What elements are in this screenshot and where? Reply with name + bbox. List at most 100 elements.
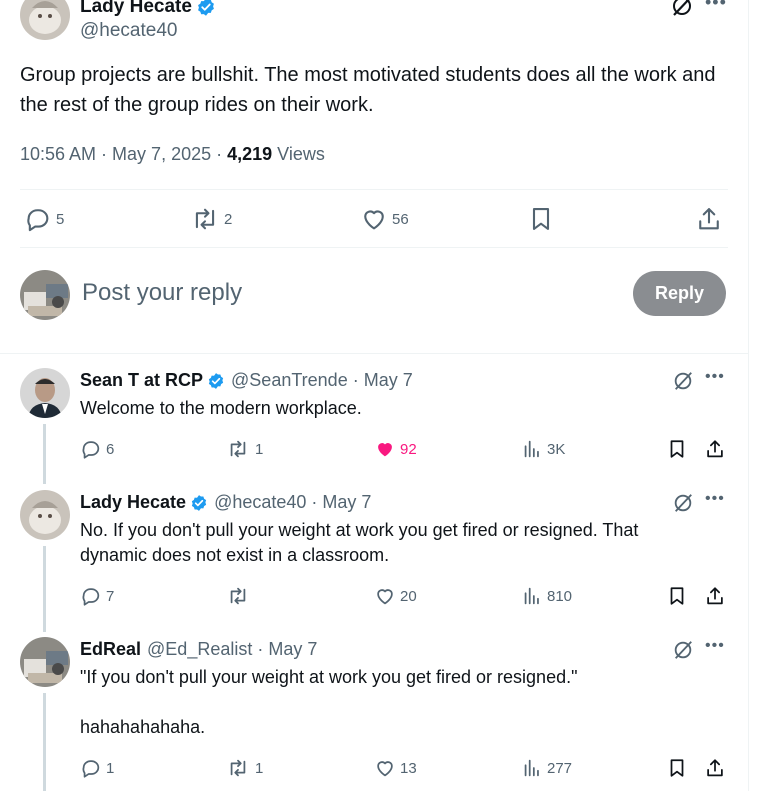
reply-count: 6: [106, 440, 115, 458]
bookmark-button[interactable]: [666, 585, 688, 607]
verified-badge-icon: [190, 494, 208, 512]
reply-action[interactable]: 6: [80, 438, 114, 460]
more-options-icon[interactable]: •••: [705, 490, 725, 508]
heart-icon: [360, 205, 388, 233]
column-border: [748, 0, 749, 791]
more-options-icon[interactable]: •••: [705, 368, 725, 386]
own-avatar[interactable]: [20, 270, 70, 320]
repost-icon: [190, 205, 220, 233]
bookmark-icon: [666, 585, 688, 607]
divider: [20, 247, 728, 248]
share-button[interactable]: [704, 757, 726, 779]
views-count: 277: [547, 759, 573, 777]
share-icon: [704, 438, 726, 460]
share-icon: [704, 585, 726, 607]
bookmark-icon: [666, 438, 688, 460]
repost-count: 1: [255, 440, 264, 458]
reply-text: Welcome to the modern workplace.: [80, 398, 362, 418]
author-name-text[interactable]: Lady Hecate: [80, 0, 192, 18]
like-action[interactable]: 20: [374, 585, 417, 607]
repost-count: 1: [255, 759, 264, 777]
repost-action[interactable]: [225, 585, 255, 607]
share-icon: [695, 205, 723, 233]
avatar[interactable]: [20, 637, 70, 687]
repost-action[interactable]: 1: [225, 757, 263, 779]
like-action[interactable]: 56: [360, 202, 409, 236]
reply-button[interactable]: Reply: [633, 271, 726, 316]
views-count: 4,219: [227, 144, 273, 164]
bookmark-button[interactable]: [527, 202, 555, 236]
author-name[interactable]: EdReal: [80, 639, 141, 660]
like-action[interactable]: 13: [374, 757, 417, 779]
reply-icon: [80, 438, 102, 460]
reply-header: EdReal @Ed_Realist · May 7: [80, 639, 317, 660]
share-button[interactable]: [695, 202, 723, 236]
author-handle[interactable]: @SeanTrende · May 7: [231, 370, 413, 391]
reply-header: Sean T at RCP @SeanTrende · May 7: [80, 370, 413, 391]
author-handle[interactable]: @Ed_Realist · May 7: [147, 639, 317, 660]
author-name[interactable]: Lady Hecate: [80, 0, 216, 18]
like-count: 20: [400, 587, 417, 605]
share-button[interactable]: [704, 438, 726, 460]
views-action[interactable]: 810: [521, 585, 572, 607]
grok-icon[interactable]: [670, 0, 694, 18]
like-count: 56: [392, 210, 409, 228]
tweet-timestamp[interactable]: 10:56 AM · May 7, 2025 ·: [20, 144, 227, 164]
reply-count: 1: [106, 759, 115, 777]
views-label: Views: [272, 144, 325, 164]
verified-badge-icon: [196, 0, 216, 17]
views-action[interactable]: 277: [521, 757, 572, 779]
reply-icon: [24, 205, 52, 233]
views-action[interactable]: 3K: [521, 438, 565, 460]
analytics-icon: [521, 585, 543, 607]
more-options-icon[interactable]: •••: [705, 0, 727, 13]
grok-icon[interactable]: [672, 639, 694, 661]
like-action[interactable]: 92: [374, 438, 417, 460]
avatar[interactable]: [20, 368, 70, 418]
bookmark-button[interactable]: [666, 757, 688, 779]
more-options-icon[interactable]: •••: [705, 637, 725, 655]
tweet-text: Group projects are bullshit. The most mo…: [20, 64, 716, 116]
share-button[interactable]: [704, 585, 726, 607]
reply-action[interactable]: 1: [80, 757, 114, 779]
bookmark-button[interactable]: [666, 438, 688, 460]
reply-header: Lady Hecate @hecate40 · May 7: [80, 492, 371, 513]
author-handle[interactable]: @hecate40: [80, 20, 177, 42]
reply-icon: [80, 757, 102, 779]
reply-tweet[interactable]: Lady Hecate @hecate40 · May 7 ••• No. If…: [0, 490, 748, 630]
avatar[interactable]: [20, 0, 70, 40]
grok-icon[interactable]: [672, 370, 694, 392]
reply-count: 5: [56, 210, 65, 228]
author-handle[interactable]: @hecate40 · May 7: [214, 492, 371, 513]
reply-tweet[interactable]: Sean T at RCP @SeanTrende · May 7 ••• We…: [0, 368, 748, 488]
analytics-icon: [521, 438, 543, 460]
reply-action[interactable]: 5: [24, 202, 64, 236]
divider: [20, 189, 728, 190]
reply-input[interactable]: Post your reply: [82, 279, 242, 307]
reply-text: "If you don't pull your weight at work y…: [80, 665, 700, 740]
reply-text: No. If you don't pull your weight at wor…: [80, 520, 639, 565]
reply-tweet[interactable]: EdReal @Ed_Realist · May 7 ••• "If you d…: [0, 637, 748, 791]
repost-action[interactable]: 1: [225, 438, 263, 460]
author-name[interactable]: Lady Hecate: [80, 492, 186, 513]
bookmark-icon: [666, 757, 688, 779]
reply-count: 7: [106, 587, 115, 605]
views-count: 810: [547, 587, 573, 605]
like-count: 92: [400, 440, 417, 458]
reply-text-line: hahahahahaha.: [80, 717, 206, 737]
repost-icon: [225, 438, 251, 460]
reply-action[interactable]: 7: [80, 585, 114, 607]
repost-icon: [225, 585, 251, 607]
analytics-icon: [521, 757, 543, 779]
repost-count: 2: [224, 210, 233, 228]
reply-icon: [80, 585, 102, 607]
repost-action[interactable]: 2: [190, 202, 232, 236]
heart-filled-icon: [374, 438, 396, 460]
repost-icon: [225, 757, 251, 779]
divider: [0, 353, 749, 354]
avatar[interactable]: [20, 490, 70, 540]
reply-text-line: "If you don't pull your weight at work y…: [80, 667, 578, 687]
author-name[interactable]: Sean T at RCP: [80, 370, 203, 391]
grok-icon[interactable]: [672, 492, 694, 514]
tweet-meta: 10:56 AM · May 7, 2025 · 4,219 Views: [20, 144, 325, 165]
